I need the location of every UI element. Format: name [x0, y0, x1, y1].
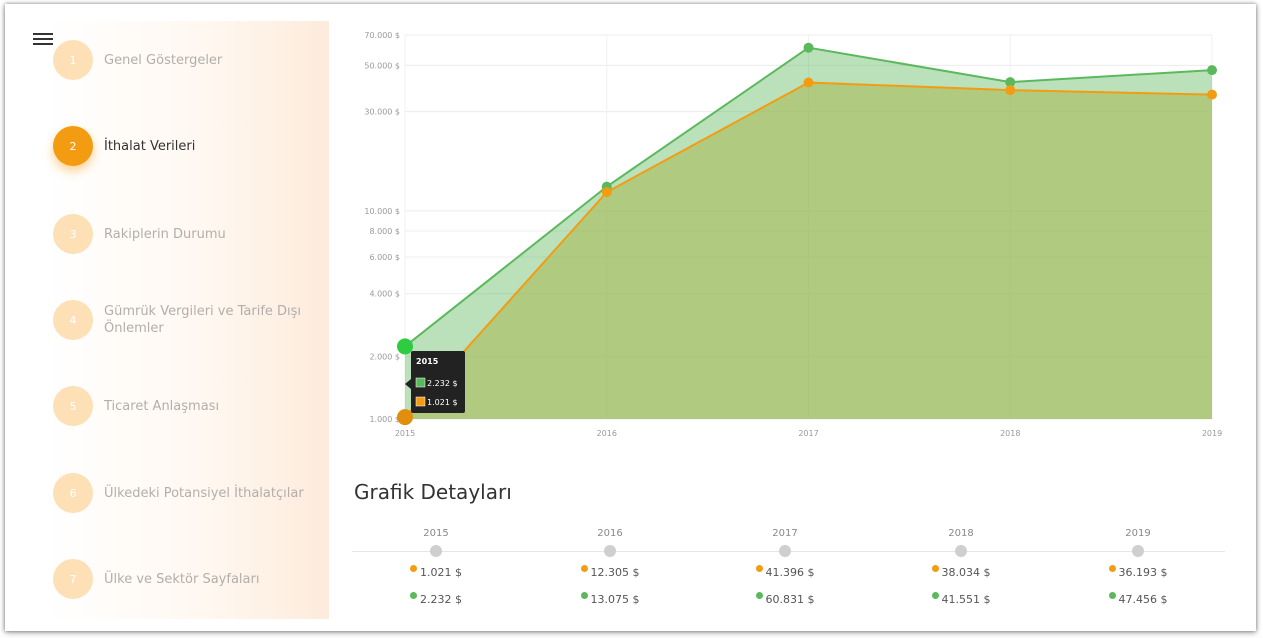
y-tick-label: 70.000 $ — [364, 31, 400, 40]
step-ticaret-anlasmasi[interactable]: 5 Ticaret Anlaşması — [53, 386, 219, 426]
detail-value-green: 41.551 $ — [911, 592, 1011, 606]
step-number: 5 — [53, 386, 93, 426]
green-bullet-icon — [931, 592, 939, 599]
step-label: Ticaret Anlaşması — [104, 398, 220, 414]
step-genel-gostergeler[interactable]: 1 Genel Göstergeler — [53, 40, 222, 80]
detail-year: 2016 — [597, 528, 623, 539]
orange-bullet-icon — [931, 565, 939, 572]
import-area-chart: 1.000 $ 2.000 $ 4.000 $ 6.000 $ 8.000 $ 10.00… — [364, 31, 1222, 438]
x-tick-label: 2017 — [798, 429, 818, 438]
tooltip-value-orange: 1.021 $ — [427, 398, 458, 407]
detail-year: 2017 — [772, 528, 798, 539]
green-bullet-icon — [410, 592, 417, 599]
step-gumruk-vergileri[interactable]: 4 Gümrük Vergileri ve Tarife Dışı Önleml… — [53, 300, 314, 340]
data-point-green[interactable] — [803, 42, 814, 53]
step-number: 3 — [53, 214, 93, 254]
step-number: 4 — [53, 300, 93, 340]
x-tick-label: 2018 — [1000, 429, 1020, 438]
tooltip-swatch-orange — [415, 396, 426, 407]
detail-value-orange: 12.305 $ — [560, 565, 660, 579]
detail-value-green: 2.232 $ — [386, 592, 486, 606]
timeline-dot[interactable] — [955, 545, 967, 557]
detail-value-green: 60.831 $ — [735, 592, 835, 606]
green-bullet-icon — [1108, 592, 1116, 599]
detail-column: 2017 41.396 $ 60.831 $ — [735, 528, 835, 606]
step-ulke-ve-sektor[interactable]: 7 Ülke ve Sektör Sayfaları — [53, 559, 259, 599]
detail-value-green: 47.456 $ — [1088, 592, 1188, 606]
step-number: 2 — [53, 126, 93, 166]
orange-bullet-icon — [755, 565, 763, 572]
detail-year: 2019 — [1125, 528, 1151, 539]
data-point-green[interactable] — [397, 338, 413, 355]
data-point-orange[interactable] — [803, 77, 814, 88]
detail-column: 2019 36.193 $ 47.456 $ — [1088, 528, 1188, 606]
y-tick-label: 30.000 $ — [364, 108, 400, 117]
y-tick-label: 10.000 $ — [364, 207, 400, 216]
x-tick-label: 2015 — [395, 429, 415, 438]
step-label: Genel Göstergeler — [104, 52, 223, 68]
timeline-dot[interactable] — [604, 545, 616, 557]
data-point-orange[interactable] — [1207, 89, 1217, 100]
data-point-orange[interactable] — [397, 409, 413, 426]
orange-bullet-icon — [1108, 565, 1116, 572]
detail-value-orange: 38.034 $ — [911, 565, 1011, 579]
timeline-dot[interactable] — [1132, 545, 1144, 557]
green-bullet-icon — [580, 592, 588, 599]
detail-value-orange: 41.396 $ — [735, 565, 835, 579]
step-number: 1 — [53, 40, 93, 80]
y-tick-label: 2.000 $ — [369, 352, 400, 361]
timeline-dot[interactable] — [430, 545, 442, 557]
detail-year: 2018 — [948, 528, 974, 539]
data-point-orange[interactable] — [1005, 85, 1016, 96]
step-number: 6 — [53, 473, 93, 513]
sidebar: 1 Genel Göstergeler 2 İthalat Verileri 3… — [47, 21, 329, 619]
step-label: Rakiplerin Durumu — [104, 226, 226, 242]
timeline-dot[interactable] — [779, 545, 791, 557]
detail-value-orange: 1.021 $ — [386, 565, 486, 579]
green-bullet-icon — [755, 592, 763, 599]
step-ithalat-verileri[interactable]: 2 İthalat Verileri — [53, 126, 195, 166]
detail-column: 2018 38.034 $ 41.551 $ — [911, 528, 1011, 606]
tooltip-value-green: 2.232 $ — [427, 379, 458, 388]
orange-bullet-icon — [410, 565, 417, 572]
data-point-green[interactable] — [1207, 65, 1217, 76]
details-timeline: 2015 1.021 $2.232 $2016 12.305 $13.075 $20… — [352, 528, 1225, 618]
step-label: Ülkedeki Potansiyel İthalatçılar — [104, 485, 304, 501]
y-tick-label: 1.000 $ — [369, 415, 400, 424]
details-title: Grafik Detayları — [354, 480, 512, 504]
x-tick-label: 2019 — [1202, 429, 1222, 438]
detail-year: 2015 — [423, 528, 449, 539]
tooltip-title: 2015 — [416, 357, 439, 366]
step-potansiyel-ithalatcilar[interactable]: 6 Ülkedeki Potansiyel İthalatçılar — [53, 473, 304, 513]
step-label: İthalat Verileri — [104, 138, 196, 154]
y-tick-label: 50.000 $ — [364, 61, 400, 70]
step-label: Gümrük Vergileri ve Tarife Dışı Önlemler — [104, 304, 302, 336]
detail-value-orange: 36.193 $ — [1088, 565, 1188, 579]
y-tick-label: 4.000 $ — [369, 290, 400, 299]
detail-column: 2015 1.021 $ 2.232 $ — [386, 528, 486, 606]
detail-value-green: 13.075 $ — [560, 592, 660, 606]
step-label: Ülke ve Sektör Sayfaları — [104, 571, 260, 587]
orange-bullet-icon — [580, 565, 588, 572]
step-number: 7 — [53, 559, 93, 599]
data-point-orange[interactable] — [601, 187, 612, 198]
x-tick-label: 2016 — [597, 429, 617, 438]
y-tick-label: 6.000 $ — [369, 253, 400, 262]
y-tick-label: 8.000 $ — [369, 227, 400, 236]
tooltip-swatch-green — [415, 377, 426, 388]
detail-column: 2016 12.305 $ 13.075 $ — [560, 528, 660, 606]
hamburger-menu-icon[interactable] — [33, 33, 53, 47]
step-rakiplerin-durumu[interactable]: 3 Rakiplerin Durumu — [53, 214, 226, 254]
